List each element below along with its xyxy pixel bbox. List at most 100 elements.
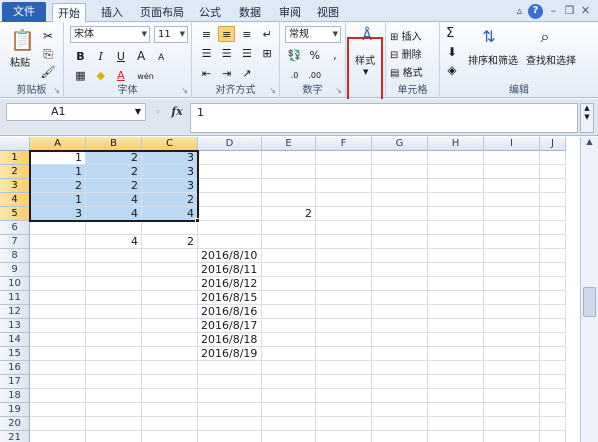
column-header[interactable]: G — [372, 137, 428, 151]
grid-cell[interactable] — [316, 319, 372, 333]
grid-cell[interactable] — [262, 361, 316, 375]
grid-cell[interactable] — [262, 305, 316, 319]
grid-cell[interactable] — [484, 305, 540, 319]
grid-cell[interactable] — [86, 431, 142, 442]
grid-cell[interactable] — [198, 207, 262, 221]
currency-icon[interactable]: 💱 — [286, 48, 303, 64]
grid-cell[interactable] — [428, 179, 484, 193]
increase-indent-icon[interactable]: ⇥ — [218, 66, 235, 82]
date-cell[interactable]: 2016/8/15 — [198, 291, 262, 305]
grid-cell[interactable] — [142, 333, 198, 347]
column-header[interactable]: J — [540, 137, 566, 151]
grid-cell[interactable] — [86, 361, 142, 375]
grid-cell[interactable] — [372, 319, 428, 333]
grid-cell[interactable] — [262, 249, 316, 263]
scroll-up-icon[interactable]: ▲ — [581, 137, 598, 151]
grid-cell[interactable] — [86, 347, 142, 361]
grid-cell[interactable] — [142, 291, 198, 305]
grid-cell[interactable] — [142, 319, 198, 333]
grid-cell[interactable] — [428, 389, 484, 403]
grid-cell[interactable] — [316, 235, 372, 249]
value-cell[interactable]: 1 — [30, 151, 86, 165]
grid-cell[interactable] — [428, 431, 484, 442]
grid-cell[interactable] — [316, 403, 372, 417]
grid-cell[interactable] — [372, 417, 428, 431]
underline-button[interactable]: U — [112, 49, 129, 65]
grid-cell[interactable] — [262, 291, 316, 305]
grid-cell[interactable] — [198, 151, 262, 165]
grid-cell[interactable] — [316, 221, 372, 235]
grid-cell[interactable] — [540, 207, 566, 221]
grid-cell[interactable] — [372, 179, 428, 193]
row-header[interactable]: 13 — [0, 319, 30, 333]
grid-cell[interactable] — [30, 319, 86, 333]
date-cell[interactable]: 2016/8/17 — [198, 319, 262, 333]
grid-cell[interactable] — [86, 389, 142, 403]
column-header[interactable]: H — [428, 137, 484, 151]
grid-cell[interactable] — [372, 235, 428, 249]
format-cells-button[interactable]: ▤ 格式 — [390, 64, 423, 79]
grid-cell[interactable] — [198, 361, 262, 375]
grid-cell[interactable] — [540, 193, 566, 207]
grid-cell[interactable] — [30, 361, 86, 375]
grid-cell[interactable] — [540, 277, 566, 291]
grid-cell[interactable] — [316, 263, 372, 277]
grid-cell[interactable] — [484, 263, 540, 277]
grid-cell[interactable] — [484, 249, 540, 263]
grid-cell[interactable] — [540, 389, 566, 403]
grid-cell[interactable] — [262, 263, 316, 277]
clear-icon[interactable]: ◈ — [444, 62, 460, 78]
delete-cells-button[interactable]: ⊟ 删除 — [390, 46, 422, 61]
grid-cell[interactable] — [30, 403, 86, 417]
grid-cell[interactable] — [540, 179, 566, 193]
date-cell[interactable]: 2016/8/16 — [198, 305, 262, 319]
grid-cell[interactable] — [484, 235, 540, 249]
select-all-corner[interactable] — [0, 137, 30, 151]
row-header[interactable]: 15 — [0, 347, 30, 361]
help-icon[interactable]: ? — [528, 4, 543, 19]
grid-cell[interactable] — [484, 375, 540, 389]
grid-cell[interactable] — [30, 417, 86, 431]
grid-cell[interactable] — [428, 417, 484, 431]
tab-file[interactable]: 文件 — [2, 2, 46, 22]
grid-cell[interactable] — [86, 417, 142, 431]
grid-cell[interactable] — [540, 333, 566, 347]
value-cell[interactable]: 4 — [86, 193, 142, 207]
grid-cell[interactable] — [484, 151, 540, 165]
grid-cell[interactable] — [198, 431, 262, 442]
grid-cell[interactable] — [428, 361, 484, 375]
grid-cell[interactable] — [372, 291, 428, 305]
grid-cell[interactable] — [142, 221, 198, 235]
grid-cell[interactable] — [428, 263, 484, 277]
grid-cell[interactable] — [86, 291, 142, 305]
grid-cell[interactable] — [316, 431, 372, 442]
tab-insert[interactable]: 插入 — [96, 3, 128, 22]
row-header[interactable]: 9 — [0, 263, 30, 277]
grid-cell[interactable] — [316, 375, 372, 389]
grid-cell[interactable] — [198, 235, 262, 249]
grid-cell[interactable] — [198, 221, 262, 235]
value-cell[interactable]: 2 — [86, 179, 142, 193]
orientation-icon[interactable]: ↗ — [238, 66, 255, 82]
tab-review[interactable]: 审阅 — [274, 3, 306, 22]
grid-cell[interactable] — [142, 263, 198, 277]
align-center-icon[interactable]: ☰ — [218, 46, 235, 62]
comma-button[interactable]: , — [326, 48, 343, 64]
row-header[interactable]: 18 — [0, 389, 30, 403]
align-right-icon[interactable]: ☰ — [238, 46, 255, 62]
grid-cell[interactable] — [484, 193, 540, 207]
grid-cell[interactable] — [428, 193, 484, 207]
grid-cell[interactable] — [86, 305, 142, 319]
grid-cell[interactable] — [262, 193, 316, 207]
grid-cell[interactable] — [372, 277, 428, 291]
grid-cell[interactable] — [484, 431, 540, 442]
value-cell[interactable]: 2 — [86, 165, 142, 179]
grid-cell[interactable] — [316, 151, 372, 165]
value-cell[interactable]: 3 — [142, 151, 198, 165]
grid-cell[interactable] — [540, 221, 566, 235]
merge-center-icon[interactable]: ⊞ — [259, 46, 276, 62]
row-header[interactable]: 8 — [0, 249, 30, 263]
grid-cell[interactable] — [316, 417, 372, 431]
grid-cell[interactable] — [262, 375, 316, 389]
row-header[interactable]: 10 — [0, 277, 30, 291]
